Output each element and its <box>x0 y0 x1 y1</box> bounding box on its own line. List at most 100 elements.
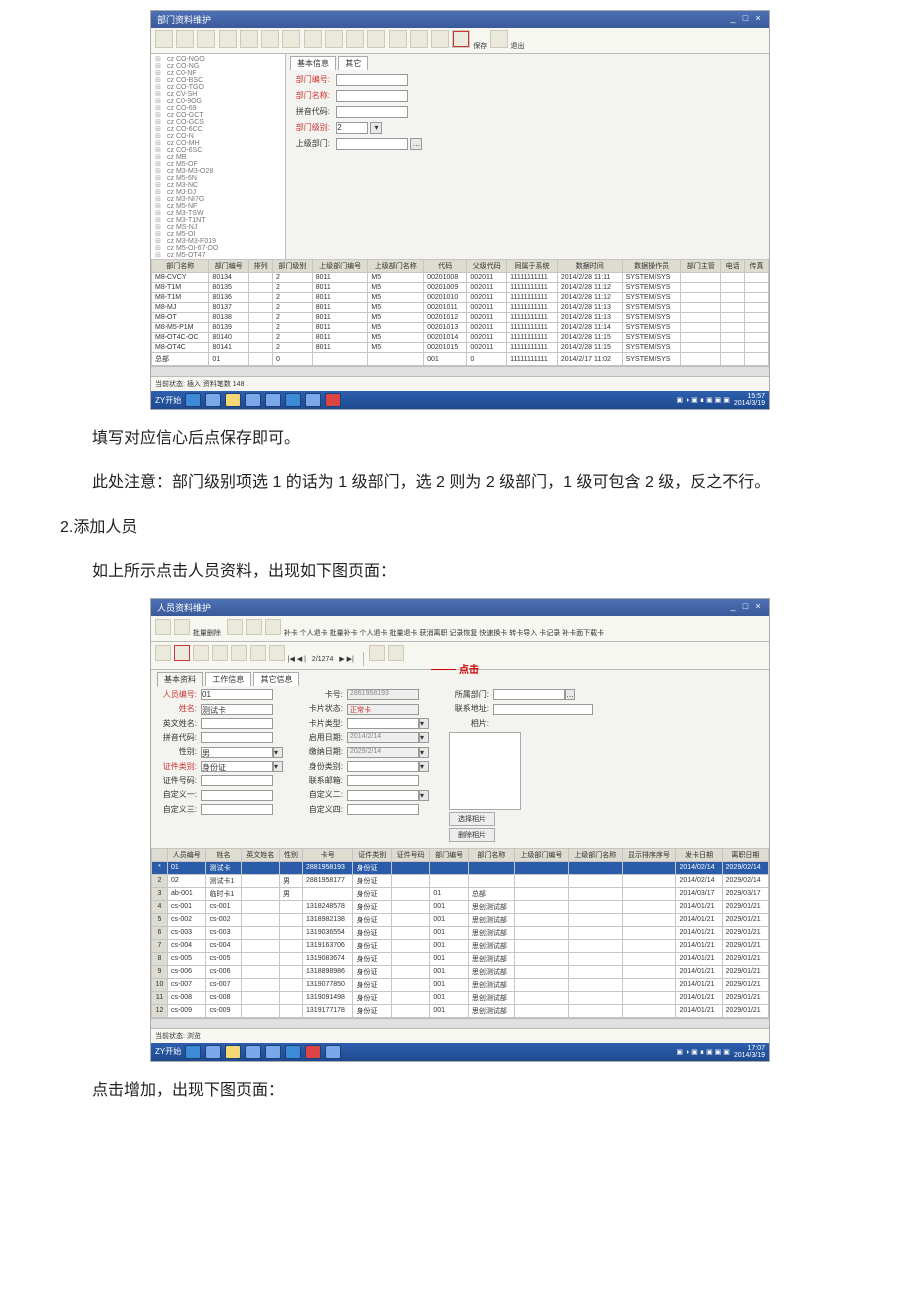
tb-app5-icon[interactable] <box>265 393 281 407</box>
custom1-input[interactable] <box>201 790 273 801</box>
close-icon[interactable]: × <box>753 601 763 611</box>
dept-name-input[interactable] <box>336 90 408 102</box>
tree-node[interactable]: cz CO-N <box>155 133 285 140</box>
table-row[interactable]: 9cs-006cs-0061318898986身份证001思创测试部2014/0… <box>152 965 769 978</box>
t2-btn4[interactable] <box>246 619 262 635</box>
tb-12[interactable] <box>389 30 407 48</box>
table-row[interactable]: M8-OT4C8014128011M5002010150020111111111… <box>152 343 769 353</box>
tb-copy-btn[interactable] <box>219 30 237 48</box>
table-row[interactable]: M8-MJ8013728011M500201011002011111111111… <box>152 303 769 313</box>
start-button-2[interactable]: ZY开始 <box>155 1046 181 1057</box>
dept-level-dropdown-icon[interactable]: ▾ <box>370 122 382 134</box>
tab-other[interactable]: 其它 <box>338 56 368 70</box>
tree-node[interactable]: cz M3-NC <box>155 182 285 189</box>
form-tabs[interactable]: 基本信息 其它 <box>290 56 765 70</box>
table-row[interactable]: M8-T1M8013528011M50020100900201111111111… <box>152 283 769 293</box>
email-input[interactable] <box>347 775 419 786</box>
col-header[interactable]: 性别 <box>279 848 302 861</box>
minimize-icon[interactable]: _ <box>728 601 738 611</box>
col-header[interactable]: 电话 <box>721 260 745 273</box>
tree-node[interactable]: cz CO-6SC <box>155 147 285 154</box>
person-table[interactable]: 人员编号姓名英文姓名性别卡号证件类别证件号码部门编号部门名称上级部门编号上级部门… <box>151 848 769 1018</box>
dept-table[interactable]: 部门名称部门编号排列部门级别上级部门编号上级部门名称代码父级代码同属于系统数据时… <box>151 259 769 366</box>
tree-node[interactable]: cz CO-MH <box>155 140 285 147</box>
t2-b6[interactable] <box>250 645 266 661</box>
window-buttons[interactable]: _ □ × <box>728 13 763 26</box>
tree-node[interactable]: cz M3-M3-O28 <box>155 168 285 175</box>
col-header[interactable]: 卡号 <box>303 848 353 861</box>
tab-basic[interactable]: 基本信息 <box>290 56 336 70</box>
tb-7[interactable] <box>282 30 300 48</box>
t2-b4[interactable] <box>212 645 228 661</box>
t2-b1[interactable] <box>155 645 171 661</box>
col-header[interactable]: 部门编号 <box>209 260 249 273</box>
tb-edit-btn[interactable] <box>176 30 194 48</box>
idtype-dropdown-icon[interactable]: ▾ <box>273 761 283 772</box>
start-button[interactable]: ZY开始 <box>155 395 181 406</box>
dept-code-input[interactable] <box>336 74 408 86</box>
dept-tree[interactable]: cz CO-NGOcz CO-NGcz C0-NFcz CO-BSCcz CO-… <box>151 54 286 259</box>
table-row[interactable]: M8-T1M8013628011M50020101000201111111111… <box>152 293 769 303</box>
col-header[interactable]: 同属于系统 <box>507 260 558 273</box>
pager-next[interactable]: ▶ ▶| <box>339 656 354 663</box>
col-header[interactable]: 数据时间 <box>557 260 622 273</box>
tb-app2-icon[interactable] <box>205 393 221 407</box>
tb-6[interactable] <box>261 30 279 48</box>
tree-node[interactable]: cz M3-NI7G <box>155 196 285 203</box>
tb-9[interactable] <box>325 30 343 48</box>
tb-del-btn[interactable] <box>197 30 215 48</box>
t2-b9[interactable] <box>388 645 404 661</box>
delete-photo-button[interactable]: 删除相片 <box>449 828 495 842</box>
person-code-input[interactable]: 01 <box>201 689 273 700</box>
upper-dept-lookup-icon[interactable]: … <box>410 138 422 150</box>
tb2-folder-icon[interactable] <box>225 1045 241 1059</box>
tb2-app5-icon[interactable] <box>265 1045 281 1059</box>
col-header[interactable]: 离职日期 <box>722 848 768 861</box>
upper-dept-input[interactable] <box>336 138 408 150</box>
idtype2-select[interactable] <box>347 761 419 772</box>
tb-10[interactable] <box>346 30 364 48</box>
table-row[interactable]: 11cs-008cs-0081319091498身份证001思创测试部2014/… <box>152 991 769 1004</box>
col-header[interactable] <box>152 848 168 861</box>
tb-shield-icon[interactable] <box>285 393 301 407</box>
maximize-icon[interactable]: □ <box>740 601 750 611</box>
tab-basic-info[interactable]: 基本资料 <box>157 672 203 687</box>
t2-b3[interactable] <box>193 645 209 661</box>
t2-btn1[interactable] <box>155 619 171 635</box>
table-row[interactable]: 8cs-005cs-0051319083674身份证001思创测试部2014/0… <box>152 952 769 965</box>
maximize-icon[interactable]: □ <box>740 13 750 23</box>
col-header[interactable]: 部门级别 <box>273 260 313 273</box>
col-header[interactable]: 部门主管 <box>681 260 721 273</box>
table-row[interactable]: 10cs-007cs-0071319077850身份证001思创测试部2014/… <box>152 978 769 991</box>
window-buttons-2[interactable]: _ □ × <box>728 601 763 614</box>
save-button[interactable] <box>452 30 470 48</box>
tb-app8-icon[interactable] <box>325 393 341 407</box>
taskbar-2[interactable]: ZY开始 ▣ ◑ ▣ ∎ ▣ ▣ ▣ 17:07 2014/3/19 <box>151 1043 769 1061</box>
col-header[interactable]: 人员编号 <box>168 848 206 861</box>
table-row[interactable]: 5cs-002cs-0021318982138身份证001思创测试部2014/0… <box>152 913 769 926</box>
return-date-dropdown-icon[interactable]: ▾ <box>419 747 429 758</box>
table-row[interactable]: M8-M5-P1M8013928011M50020101300201111111… <box>152 323 769 333</box>
tree-node[interactable]: cz M3-M3-F019 <box>155 238 285 245</box>
add-button[interactable] <box>174 645 190 661</box>
table-row[interactable]: M8-OT8013828011M500201012002011111111111… <box>152 313 769 323</box>
custom2-select[interactable] <box>347 790 419 801</box>
tree-node[interactable]: cz MB <box>155 154 285 161</box>
tree-node[interactable]: cz CO-GCT <box>155 112 285 119</box>
col-header[interactable]: 姓名 <box>206 848 241 861</box>
tb-ie-icon[interactable] <box>185 393 201 407</box>
tree-node[interactable]: cz C0-9OG <box>155 98 285 105</box>
taskbar[interactable]: ZY开始 ▣ ◑ ▣ ∎ ▣ ▣ ▣ 15:57 2014/3/19 <box>151 391 769 409</box>
tb-app4-icon[interactable] <box>245 393 261 407</box>
tree-node[interactable]: cz MJ-DJ <box>155 189 285 196</box>
table-row[interactable]: 7cs-004cs-0041319163706身份证001思创测试部2014/0… <box>152 939 769 952</box>
tb2-shield-icon[interactable] <box>285 1045 301 1059</box>
col-header[interactable]: 英文姓名 <box>241 848 279 861</box>
table-row[interactable]: 总部0100010111111111112014/2/17 11:02SYSTE… <box>152 353 769 366</box>
h-scrollbar-2[interactable] <box>151 1018 769 1028</box>
col-header[interactable]: 上级部门编号 <box>514 848 568 861</box>
col-header[interactable]: 上级部门名称 <box>368 260 424 273</box>
col-header[interactable]: 发卡日期 <box>676 848 722 861</box>
t2-btn2[interactable] <box>174 619 190 635</box>
table-row[interactable]: M8-OT4C-OC8014028011M5002010140020111111… <box>152 333 769 343</box>
